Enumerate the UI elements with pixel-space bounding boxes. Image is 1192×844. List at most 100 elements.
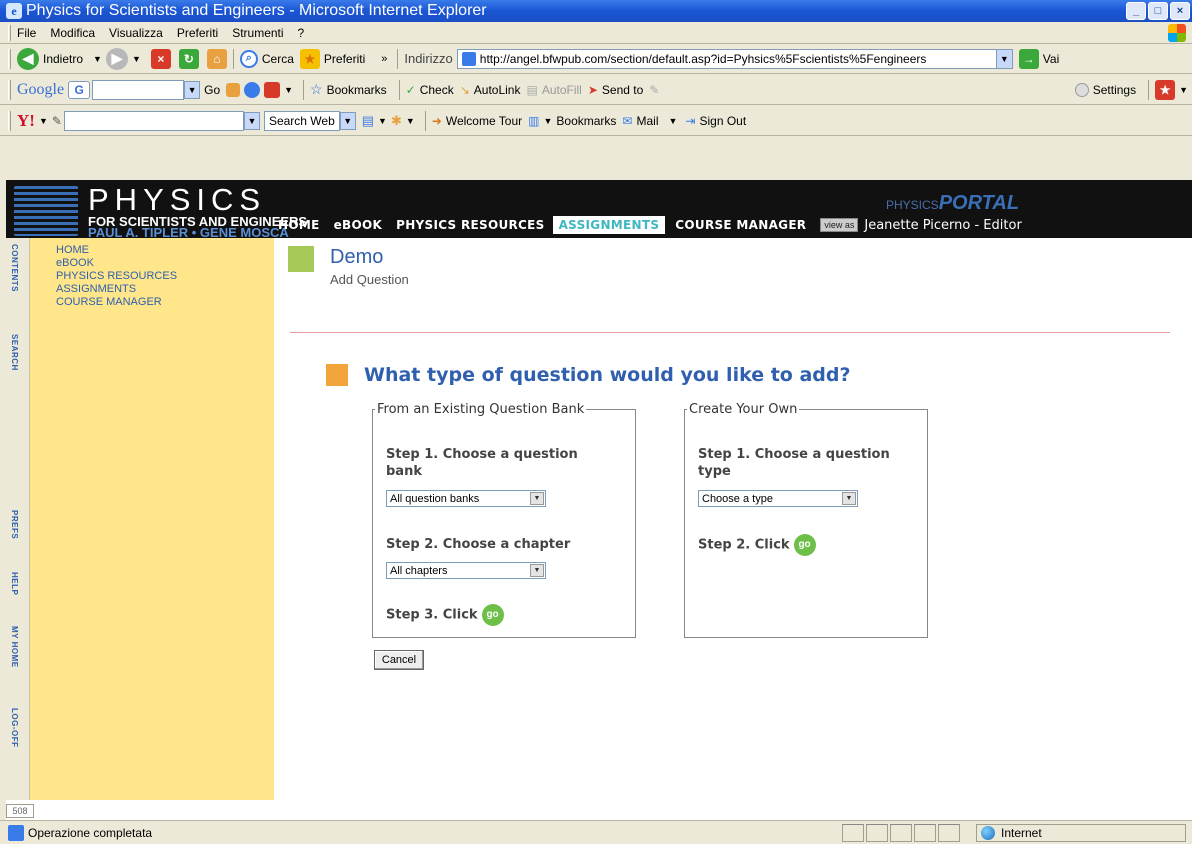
chevron-down-icon[interactable]: ▼ — [995, 49, 1012, 68]
yahoo-bookmarks-button[interactable]: Bookmarks — [556, 114, 616, 128]
google-search-input[interactable] — [92, 79, 185, 100]
nav-physics-resources[interactable]: PHYSICS RESOURCES — [396, 218, 545, 232]
menu-modifica[interactable]: Modifica — [50, 26, 95, 40]
tab-my-home[interactable]: MY HOME — [10, 626, 19, 668]
tab-contents[interactable]: CONTENTS — [10, 244, 19, 292]
tab-search[interactable]: SEARCH — [10, 334, 19, 371]
settings-icon[interactable] — [1074, 82, 1089, 97]
mail-button[interactable]: Mail — [636, 114, 658, 128]
bookmark-star-icon[interactable]: ☆ — [310, 81, 323, 98]
address-bar[interactable]: http://angel.bfwpub.com/section/default.… — [456, 48, 1013, 69]
google-bookmarks-button[interactable]: Bookmarks — [327, 83, 387, 97]
settings-button[interactable]: Settings — [1093, 83, 1136, 97]
cancel-button[interactable]: Cancel — [374, 650, 424, 670]
sidebar-item-assignments[interactable]: ASSIGNMENTS — [56, 283, 177, 296]
toolbar-overflow-icon[interactable]: » — [381, 53, 387, 65]
send-to-icon[interactable]: ➤ — [588, 83, 598, 97]
chevron-down-icon[interactable]: ▼ — [842, 492, 856, 505]
welcome-tour-button[interactable]: Welcome Tour — [446, 114, 522, 128]
menu-help[interactable]: ? — [298, 26, 305, 40]
nav-home[interactable]: HOME — [278, 218, 320, 232]
go-button-label[interactable]: Vai — [1043, 52, 1059, 66]
chevron-down-icon[interactable]: ▼ — [93, 54, 102, 64]
autofill-button[interactable]: AutoFill — [542, 83, 582, 97]
page-subtitle: Add Question — [330, 272, 409, 287]
home-icon[interactable]: ⌂ — [206, 48, 227, 69]
question-type-select[interactable]: Choose a type ▼ — [698, 490, 858, 507]
nav-course-manager[interactable]: COURSE MANAGER — [675, 218, 806, 232]
check-button[interactable]: Check — [420, 83, 454, 97]
chevron-down-icon[interactable]: ▼ — [530, 564, 544, 577]
chevron-down-icon[interactable]: ▼ — [132, 54, 141, 64]
popup-blocker-icon[interactable] — [264, 81, 281, 98]
sidebar-item-course-manager[interactable]: COURSE MANAGER — [56, 296, 177, 309]
spellcheck-icon[interactable]: ✓ — [406, 83, 416, 97]
tab-prefs[interactable]: PREFS — [10, 510, 19, 539]
nav-ebook[interactable]: eBOOK — [334, 218, 383, 232]
existing-go-button[interactable]: go — [481, 604, 504, 626]
chevron-down-icon[interactable]: ▼ — [243, 111, 260, 130]
tab-help[interactable]: HELP — [10, 572, 19, 595]
yahoo-logo-icon[interactable]: Y! — [17, 111, 35, 131]
favorites-button-label[interactable]: Preferiti — [324, 52, 365, 66]
bookmarks-book-icon[interactable]: ▥ — [528, 114, 539, 128]
address-url[interactable]: http://angel.bfwpub.com/section/default.… — [480, 52, 996, 66]
google-g-icon[interactable]: G — [68, 80, 91, 99]
question-bank-select[interactable]: All question banks ▼ — [386, 490, 546, 507]
tab-log-off[interactable]: LOG-OFF — [10, 708, 19, 748]
maximize-button[interactable]: □ — [1148, 2, 1168, 20]
highlight-icon[interactable]: ▤ — [362, 113, 374, 129]
highlight-icon[interactable]: ✎ — [649, 83, 659, 97]
chevron-down-icon[interactable]: ▼ — [339, 111, 356, 130]
chevron-down-icon[interactable]: ▼ — [1179, 85, 1188, 95]
chevron-down-icon[interactable]: ▼ — [184, 80, 201, 99]
chevron-down-icon[interactable]: ▼ — [284, 85, 293, 95]
sidebar-item-physics-resources[interactable]: PHYSICS RESOURCES — [56, 270, 177, 283]
back-arrow-icon[interactable]: ◀ — [17, 47, 39, 70]
sign-out-button[interactable]: Sign Out — [699, 114, 746, 128]
chevron-down-icon[interactable]: ▼ — [530, 492, 544, 505]
menu-file[interactable]: File — [17, 26, 36, 40]
stop-icon[interactable]: × — [150, 48, 171, 69]
search-icon[interactable]: ⌕ — [239, 49, 258, 68]
sign-out-icon[interactable]: ⇥ — [685, 114, 695, 128]
antispy-icon[interactable]: ✱ — [391, 113, 402, 129]
chevron-down-icon[interactable]: ▼ — [378, 116, 387, 126]
sidebar-item-home[interactable]: HOME — [56, 244, 177, 257]
menu-visualizza[interactable]: Visualizza — [109, 26, 163, 40]
search-web-button[interactable]: Search Web — [263, 110, 340, 131]
autolink-button[interactable]: AutoLink — [474, 83, 521, 97]
minimize-button[interactable]: _ — [1126, 2, 1146, 20]
chevron-down-icon[interactable]: ▼ — [669, 116, 678, 126]
nav-assignments[interactable]: ASSIGNMENTS — [552, 216, 666, 234]
back-button-label[interactable]: Indietro — [43, 52, 83, 66]
view-as-badge[interactable]: view as — [820, 218, 859, 232]
sidebar-item-ebook[interactable]: eBOOK — [56, 257, 177, 270]
translate-icon[interactable]: ★ — [1155, 79, 1176, 100]
pencil-icon[interactable]: ✎ — [52, 114, 62, 128]
refresh-icon[interactable]: ↻ — [178, 48, 199, 69]
forward-arrow-icon[interactable]: ▶ — [105, 47, 128, 70]
signpost-icon[interactable]: ➜ — [432, 114, 442, 128]
own-go-button[interactable]: go — [793, 534, 816, 556]
chevron-down-icon[interactable]: ▼ — [406, 116, 415, 126]
news-icon[interactable] — [244, 81, 261, 98]
yahoo-search-input[interactable] — [63, 110, 244, 131]
menu-preferiti[interactable]: Preferiti — [177, 26, 218, 40]
favorites-star-icon[interactable]: ★ — [299, 48, 320, 69]
send-to-button[interactable]: Send to — [602, 83, 643, 97]
pagerank-icon[interactable] — [226, 82, 241, 97]
go-arrow-icon[interactable]: → — [1018, 48, 1039, 69]
autofill-icon[interactable]: ▤ — [526, 83, 537, 97]
autolink-icon[interactable]: ↘ — [460, 83, 470, 97]
divider — [290, 332, 1170, 333]
zone-label: Internet — [1001, 826, 1042, 840]
google-go-button[interactable]: Go — [204, 83, 220, 97]
chevron-down-icon[interactable]: ▼ — [543, 116, 552, 126]
close-button[interactable]: × — [1170, 2, 1190, 20]
search-button-label[interactable]: Cerca — [262, 52, 294, 66]
chevron-down-icon[interactable]: ▼ — [39, 116, 48, 126]
chapter-select[interactable]: All chapters ▼ — [386, 562, 546, 579]
mail-envelope-icon[interactable]: ✉ — [622, 114, 632, 128]
menu-strumenti[interactable]: Strumenti — [232, 26, 283, 40]
